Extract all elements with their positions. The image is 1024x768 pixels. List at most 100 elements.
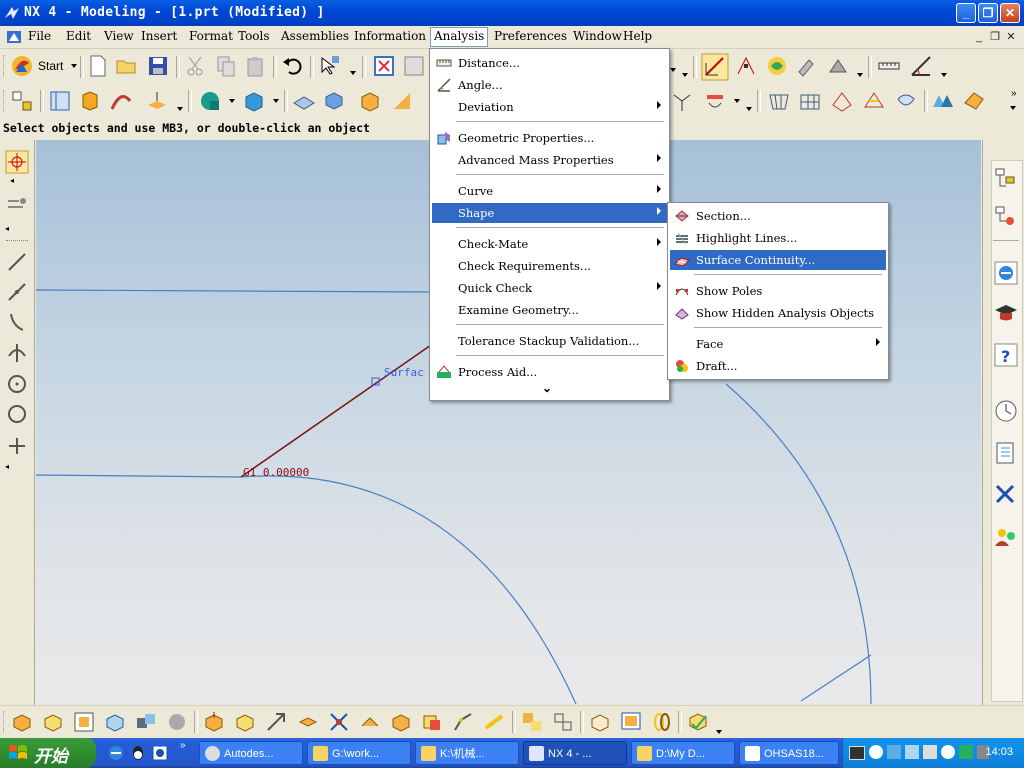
menu-file[interactable]: File (28, 29, 51, 45)
hole-icon[interactable] (198, 89, 222, 113)
task-autodesk[interactable]: Autodes... (199, 741, 303, 765)
measure-angle-icon[interactable] (909, 54, 933, 78)
toolbar-grip[interactable] (3, 55, 7, 77)
menu-item-check-mate[interactable]: Check-Mate (432, 234, 667, 254)
close-button[interactable]: ✕ (1000, 3, 1020, 23)
task-folder-documents[interactable]: D:\My D... (631, 741, 735, 765)
block-icon[interactable] (242, 89, 266, 113)
menu-item-check-requirements[interactable]: Check Requirements... (432, 256, 667, 276)
menu-item-quick-check[interactable]: Quick Check (432, 278, 667, 298)
curve-icon[interactable] (670, 89, 694, 113)
menu-item-process-aid[interactable]: Process Aid... (432, 362, 667, 382)
network-icon[interactable] (887, 745, 901, 759)
dropdown-arrow-icon[interactable] (350, 71, 356, 75)
dropdown-arrow-icon[interactable] (1010, 106, 1016, 110)
task-nx[interactable]: NX 4 - ... (523, 741, 627, 765)
layer-icon[interactable] (765, 54, 789, 78)
clone-icon[interactable] (520, 710, 544, 734)
internet-explorer-icon[interactable] (993, 260, 1019, 286)
display-product-icon[interactable] (619, 710, 643, 734)
line-icon[interactable] (5, 250, 29, 274)
zoom-view-icon[interactable] (402, 54, 426, 78)
arc-center-icon[interactable] (5, 372, 29, 396)
menu-assemblies[interactable]: Assemblies (281, 29, 349, 45)
menu-item-advanced-mass-properties[interactable]: Advanced Mass Properties (432, 150, 667, 170)
measure-distance-icon[interactable] (877, 54, 901, 78)
start-button[interactable]: Start (38, 59, 63, 73)
existing-point-icon[interactable] (5, 434, 29, 458)
collapse-arrow-icon[interactable]: ◂ (5, 462, 9, 471)
reposition-icon[interactable] (264, 710, 288, 734)
ruled-surface-icon[interactable] (862, 89, 886, 113)
menu-item-show-hidden-analysis-objects[interactable]: Show Hidden Analysis Objects (670, 303, 886, 323)
menu-item-show-poles[interactable]: Show Poles (670, 281, 886, 301)
routing-icon[interactable] (451, 710, 475, 734)
nx-menu-icon[interactable] (6, 30, 22, 44)
reference-set-icon[interactable] (103, 710, 127, 734)
training-icon[interactable] (993, 300, 1019, 326)
surface-analysis-icon[interactable] (930, 89, 954, 113)
maximize-button[interactable]: ❐ (978, 3, 998, 23)
edit-arrangement-icon[interactable] (551, 710, 575, 734)
move-component-icon[interactable] (358, 710, 382, 734)
task-folder-mechanical[interactable]: K:\机械... (415, 741, 519, 765)
task-ohsas[interactable]: OHSAS18... (739, 741, 839, 765)
help-icon[interactable]: ? (993, 342, 1019, 368)
mdi-minimize-button[interactable]: _ (972, 31, 986, 43)
menu-item-face[interactable]: Face (670, 334, 886, 354)
n-sided-surface-icon[interactable] (894, 89, 918, 113)
new-file-icon[interactable] (86, 54, 110, 78)
menu-item-highlight-lines[interactable]: Highlight Lines... (670, 228, 886, 248)
system-materials-icon[interactable] (993, 440, 1019, 466)
edit-object-icon[interactable] (795, 54, 819, 78)
antivirus-tray-icon[interactable] (941, 745, 955, 759)
constraint-icon[interactable] (327, 710, 351, 734)
collapse-arrow-icon[interactable]: ◂ (10, 176, 14, 185)
menu-item-distance[interactable]: Distance... (432, 53, 667, 73)
assembly-navigator-icon[interactable] (993, 166, 1019, 192)
sequence-icon[interactable] (389, 710, 413, 734)
selection-filter-icon[interactable] (318, 54, 342, 78)
part-navigator-tab-icon[interactable] (993, 204, 1019, 230)
menu-preferences[interactable]: Preferences (494, 29, 567, 45)
part-navigator-icon[interactable] (10, 89, 34, 113)
display-tray-icon[interactable] (923, 745, 937, 759)
menu-edit[interactable]: Edit (66, 29, 91, 45)
menu-view[interactable]: View (104, 29, 134, 45)
menu-expand-icon[interactable]: ⌄ (542, 381, 552, 395)
start-menu-button[interactable]: 开始 (0, 738, 96, 768)
snap-select-icon[interactable] (5, 150, 29, 174)
quicklaunch-overflow-icon[interactable]: » (180, 740, 186, 751)
window-titlebar[interactable]: NX 4 - Modeling - [1.prt (Modified) ] _ … (0, 0, 1024, 26)
clock[interactable]: 14:03 (985, 746, 1013, 758)
task-folder-work[interactable]: G:\work... (307, 741, 411, 765)
unite-icon[interactable] (292, 89, 316, 113)
assembly-add-icon[interactable] (10, 710, 34, 734)
menu-item-angle[interactable]: Angle... (432, 75, 667, 95)
component-icon[interactable] (41, 710, 65, 734)
explode-icon[interactable] (165, 710, 189, 734)
dropdown-arrow-icon[interactable] (734, 99, 740, 103)
menu-item-surface-continuity[interactable]: Surface Continuity... (670, 250, 886, 270)
menu-item-geometric-properties[interactable]: Geometric Properties... (432, 128, 667, 148)
face-analysis-icon[interactable] (962, 89, 986, 113)
dropdown-arrow-icon[interactable] (670, 68, 676, 72)
history-clock-icon[interactable] (993, 398, 1019, 424)
interference-icon[interactable] (420, 710, 444, 734)
mdi-restore-button[interactable]: ❐ (988, 31, 1002, 43)
security-tray-icon[interactable] (959, 745, 973, 759)
keyboard-icon[interactable] (849, 746, 865, 760)
minimize-button[interactable]: _ (956, 3, 976, 23)
roles-icon[interactable] (993, 524, 1019, 550)
wcs-icon[interactable] (734, 54, 758, 78)
edge-blend-icon[interactable] (358, 89, 382, 113)
menu-item-section[interactable]: Section... (670, 206, 886, 226)
mate-icon[interactable] (134, 710, 158, 734)
browser-quicklaunch-icon[interactable] (152, 745, 168, 761)
extrude-icon[interactable] (78, 89, 102, 113)
dropdown-arrow-icon[interactable] (273, 99, 279, 103)
dropdown-arrow-icon[interactable] (682, 73, 688, 77)
component-array-icon[interactable] (233, 710, 257, 734)
curve-snap-icon[interactable] (5, 310, 29, 334)
open-folder-icon[interactable] (115, 54, 139, 78)
